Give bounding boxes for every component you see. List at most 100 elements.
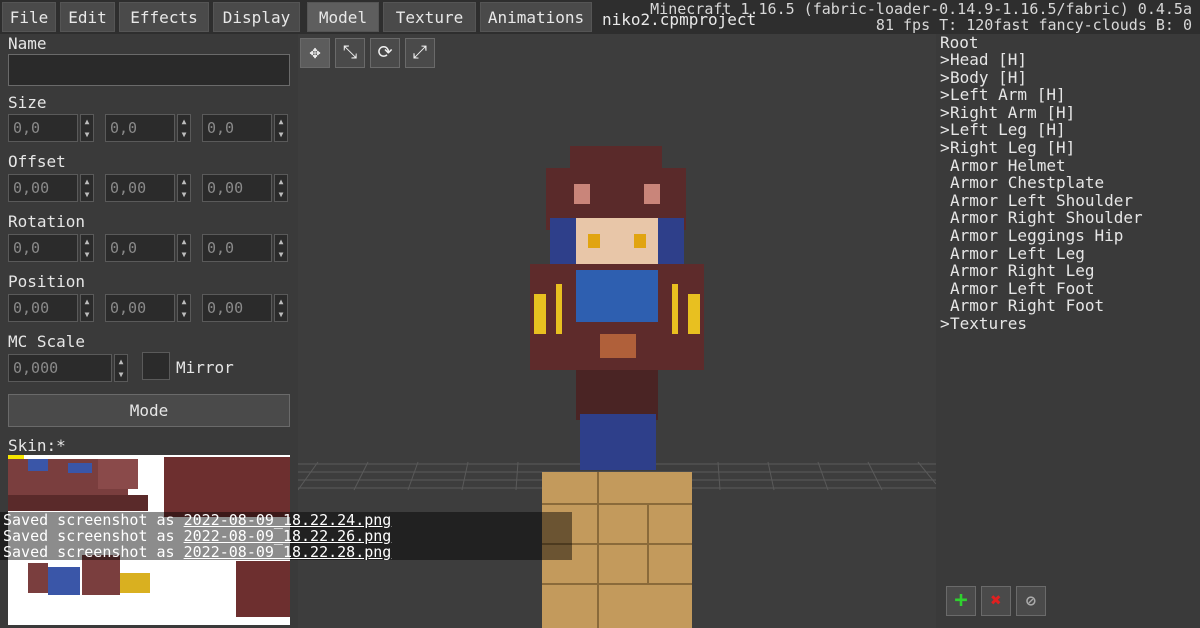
tree-root[interactable]: Root: [940, 34, 979, 51]
tab-animations[interactable]: Animations: [480, 2, 592, 32]
mc-scale-stepper[interactable]: ▲ ▼: [114, 354, 128, 382]
arrow-down-icon[interactable]: ▼: [81, 248, 93, 261]
size-z-stepper[interactable]: ▲ ▼: [274, 114, 288, 142]
offset-y-input[interactable]: 0,00: [105, 174, 175, 202]
arrow-up-icon[interactable]: ▲: [178, 235, 190, 248]
tree-item-label: Left Arm [H]: [950, 85, 1066, 105]
tree-item[interactable]: Armor Chestplate: [940, 174, 1104, 191]
offset-x-input[interactable]: 0,00: [8, 174, 78, 202]
arrow-down-icon[interactable]: ▼: [81, 128, 93, 141]
arrow-up-icon[interactable]: ▲: [275, 115, 287, 128]
arrow-up-icon[interactable]: ▲: [81, 295, 93, 308]
tree-item[interactable]: Armor Left Foot: [940, 280, 1095, 297]
rotation-y-input[interactable]: 0,0: [105, 234, 175, 262]
arrow-down-icon[interactable]: ▼: [275, 128, 287, 141]
offset-z-input[interactable]: 0,00: [202, 174, 272, 202]
position-label: Position: [8, 272, 86, 291]
rotation-z-stepper[interactable]: ▲ ▼: [274, 234, 288, 262]
arrow-up-icon[interactable]: ▲: [178, 295, 190, 308]
arrow-down-icon[interactable]: ▼: [178, 308, 190, 321]
delete-element-button[interactable]: ✖: [981, 586, 1011, 616]
size-z-input[interactable]: 0,0: [202, 114, 272, 142]
tree-item[interactable]: Armor Right Foot: [940, 297, 1104, 314]
size-x-stepper[interactable]: ▲ ▼: [80, 114, 94, 142]
tree-item[interactable]: Armor Leggings Hip: [940, 227, 1123, 244]
chevron-right-icon[interactable]: >: [940, 51, 950, 68]
chevron-right-icon[interactable]: >: [940, 121, 950, 138]
chat-overlay: Saved screenshot as 2022-08-09_18.22.24.…: [0, 512, 572, 560]
tree-item[interactable]: Armor Left Shoulder: [940, 192, 1133, 209]
name-input[interactable]: [8, 54, 290, 86]
arrow-up-icon[interactable]: ▲: [275, 295, 287, 308]
arrow-up-icon[interactable]: ▲: [275, 175, 287, 188]
tree-item[interactable]: Armor Right Shoulder: [940, 209, 1143, 226]
arrow-down-icon[interactable]: ▼: [275, 188, 287, 201]
chevron-right-icon[interactable]: >: [940, 86, 950, 103]
menu-file[interactable]: File: [2, 2, 56, 32]
menu-edit[interactable]: Edit: [60, 2, 115, 32]
tree-item-label: Armor Right Shoulder: [950, 208, 1143, 228]
arrow-down-icon[interactable]: ▼: [81, 188, 93, 201]
arrow-up-icon[interactable]: ▲: [81, 115, 93, 128]
position-x-stepper[interactable]: ▲ ▼: [80, 294, 94, 322]
visibility-toggle-button[interactable]: ⊘: [1016, 586, 1046, 616]
chat-message: Saved screenshot as 2022-08-09_18.22.24.…: [3, 511, 392, 529]
screenshot-link[interactable]: 2022-08-09_18.22.28.png: [184, 543, 392, 561]
tree-item-label: Armor Left Shoulder: [950, 190, 1134, 210]
chevron-right-icon[interactable]: >: [940, 69, 950, 86]
arrow-up-icon[interactable]: ▲: [178, 175, 190, 188]
tree-item[interactable]: Armor Helmet: [940, 157, 1066, 174]
tree-item[interactable]: >Left Leg [H]: [940, 121, 1066, 138]
position-z-stepper[interactable]: ▲ ▼: [274, 294, 288, 322]
position-x-input[interactable]: 0,00: [8, 294, 78, 322]
chat-message: Saved screenshot as 2022-08-09_18.22.26.…: [3, 527, 392, 545]
tab-model[interactable]: Model: [307, 2, 379, 32]
offset-x-stepper[interactable]: ▲ ▼: [80, 174, 94, 202]
chevron-right-icon[interactable]: >: [940, 315, 950, 332]
arrow-down-icon[interactable]: ▼: [178, 128, 190, 141]
tree-item[interactable]: >Textures: [940, 315, 1027, 332]
size-y-input[interactable]: 0,0: [105, 114, 175, 142]
tab-texture[interactable]: Texture: [383, 2, 476, 32]
tree-item[interactable]: >Head [H]: [940, 51, 1027, 68]
rotation-x-input[interactable]: 0,0: [8, 234, 78, 262]
arrow-down-icon[interactable]: ▼: [178, 248, 190, 261]
arrow-up-icon[interactable]: ▲: [81, 235, 93, 248]
arrow-up-icon[interactable]: ▲: [178, 115, 190, 128]
tree-item[interactable]: >Body [H]: [940, 69, 1027, 86]
arrow-up-icon[interactable]: ▲: [81, 175, 93, 188]
chevron-right-icon[interactable]: >: [940, 139, 950, 156]
add-element-button[interactable]: +: [946, 586, 976, 616]
eye-slash-icon: ⊘: [1026, 591, 1036, 610]
arrow-down-icon[interactable]: ▼: [275, 308, 287, 321]
arrow-down-icon[interactable]: ▼: [178, 188, 190, 201]
offset-z-stepper[interactable]: ▲ ▼: [274, 174, 288, 202]
tree-item[interactable]: >Right Leg [H]: [940, 139, 1075, 156]
tree-item[interactable]: Armor Right Leg: [940, 262, 1095, 279]
size-y-stepper[interactable]: ▲ ▼: [177, 114, 191, 142]
position-y-stepper[interactable]: ▲ ▼: [177, 294, 191, 322]
tree-item[interactable]: Armor Left Leg: [940, 245, 1085, 262]
tree-item[interactable]: >Right Arm [H]: [940, 104, 1075, 121]
rotation-z-input[interactable]: 0,0: [202, 234, 272, 262]
position-y-input[interactable]: 0,00: [105, 294, 175, 322]
skin-label: Skin:*: [8, 436, 66, 455]
mirror-checkbox[interactable]: [142, 352, 170, 380]
arrow-down-icon[interactable]: ▼: [275, 248, 287, 261]
mc-scale-input[interactable]: 0,000: [8, 354, 112, 382]
tree-item[interactable]: >Left Arm [H]: [940, 86, 1066, 103]
rotation-y-stepper[interactable]: ▲ ▼: [177, 234, 191, 262]
offset-y-stepper[interactable]: ▲ ▼: [177, 174, 191, 202]
arrow-up-icon[interactable]: ▲: [275, 235, 287, 248]
menu-display[interactable]: Display: [213, 2, 300, 32]
chevron-right-icon[interactable]: >: [940, 104, 950, 121]
tree-item-label: Armor Helmet: [950, 155, 1066, 175]
rotation-x-stepper[interactable]: ▲ ▼: [80, 234, 94, 262]
arrow-down-icon[interactable]: ▼: [115, 368, 127, 381]
mode-button[interactable]: Mode: [8, 394, 290, 427]
size-x-input[interactable]: 0,0: [8, 114, 78, 142]
position-z-input[interactable]: 0,00: [202, 294, 272, 322]
menu-effects[interactable]: Effects: [119, 2, 209, 32]
arrow-down-icon[interactable]: ▼: [81, 308, 93, 321]
arrow-up-icon[interactable]: ▲: [115, 355, 127, 368]
